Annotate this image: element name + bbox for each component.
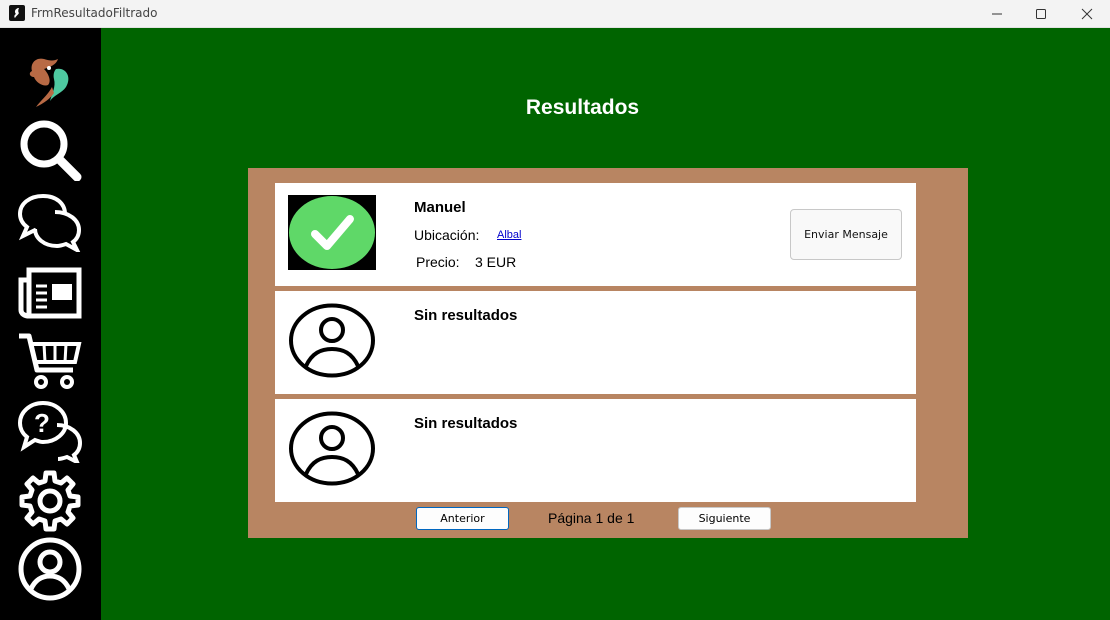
result-image: [288, 411, 376, 486]
result-card: Sin resultados: [275, 291, 916, 394]
next-page-button[interactable]: Siguiente: [678, 507, 771, 530]
user-circle-icon: [18, 537, 82, 601]
close-icon: [1081, 8, 1093, 19]
sidebar-item-settings[interactable]: [16, 468, 84, 534]
send-message-button[interactable]: Enviar Mensaje: [790, 209, 902, 260]
result-image: [288, 195, 376, 270]
svg-text:?: ?: [34, 408, 50, 438]
sidebar-item-cart[interactable]: [16, 328, 84, 394]
newspaper-icon: [18, 267, 82, 319]
sidebar-item-chat[interactable]: [16, 188, 84, 254]
result-name: Sin resultados: [414, 307, 518, 324]
window-titlebar: FrmResultadoFiltrado: [0, 0, 1110, 28]
check-circle-icon: [289, 196, 375, 269]
sidebar-item-logo[interactable]: [16, 48, 84, 114]
maximize-icon: [1036, 8, 1046, 19]
result-name: Sin resultados: [414, 415, 518, 432]
results-panel: Manuel Ubicación: Albal Precio: 3 EUR En…: [248, 168, 968, 538]
result-card: Sin resultados: [275, 399, 916, 502]
chat-bubbles-icon: [17, 193, 82, 252]
search-icon: [20, 120, 82, 181]
window-title: FrmResultadoFiltrado: [31, 6, 158, 20]
sidebar-item-news[interactable]: [16, 260, 84, 326]
result-image: [288, 303, 376, 378]
sidebar-item-search[interactable]: [16, 116, 84, 182]
sidebar: ?: [0, 28, 101, 620]
page-title: Resultados: [525, 96, 640, 119]
user-circle-icon: [289, 411, 375, 486]
sidebar-item-profile[interactable]: [16, 536, 84, 602]
minimize-icon: [992, 13, 1002, 14]
location-label: Ubicación:: [414, 227, 480, 243]
bird-logo-icon: [29, 58, 69, 107]
close-button[interactable]: [1064, 0, 1110, 27]
user-circle-icon: [289, 303, 375, 378]
gear-icon: [19, 470, 81, 532]
page-indicator: Página 1 de 1: [548, 510, 635, 526]
result-name: Manuel: [414, 199, 466, 216]
help-chat-icon: ?: [17, 400, 83, 463]
app-icon: [9, 5, 25, 21]
price-value: 3 EUR: [475, 254, 517, 270]
minimize-button[interactable]: [974, 0, 1020, 27]
location-link[interactable]: Albal: [497, 229, 521, 241]
price-label: Precio:: [416, 254, 460, 270]
maximize-button[interactable]: [1018, 0, 1064, 27]
sidebar-item-help[interactable]: ?: [16, 398, 84, 464]
previous-page-button[interactable]: Anterior: [416, 507, 509, 530]
result-card: Manuel Ubicación: Albal Precio: 3 EUR En…: [275, 183, 916, 286]
shopping-cart-icon: [19, 333, 82, 389]
